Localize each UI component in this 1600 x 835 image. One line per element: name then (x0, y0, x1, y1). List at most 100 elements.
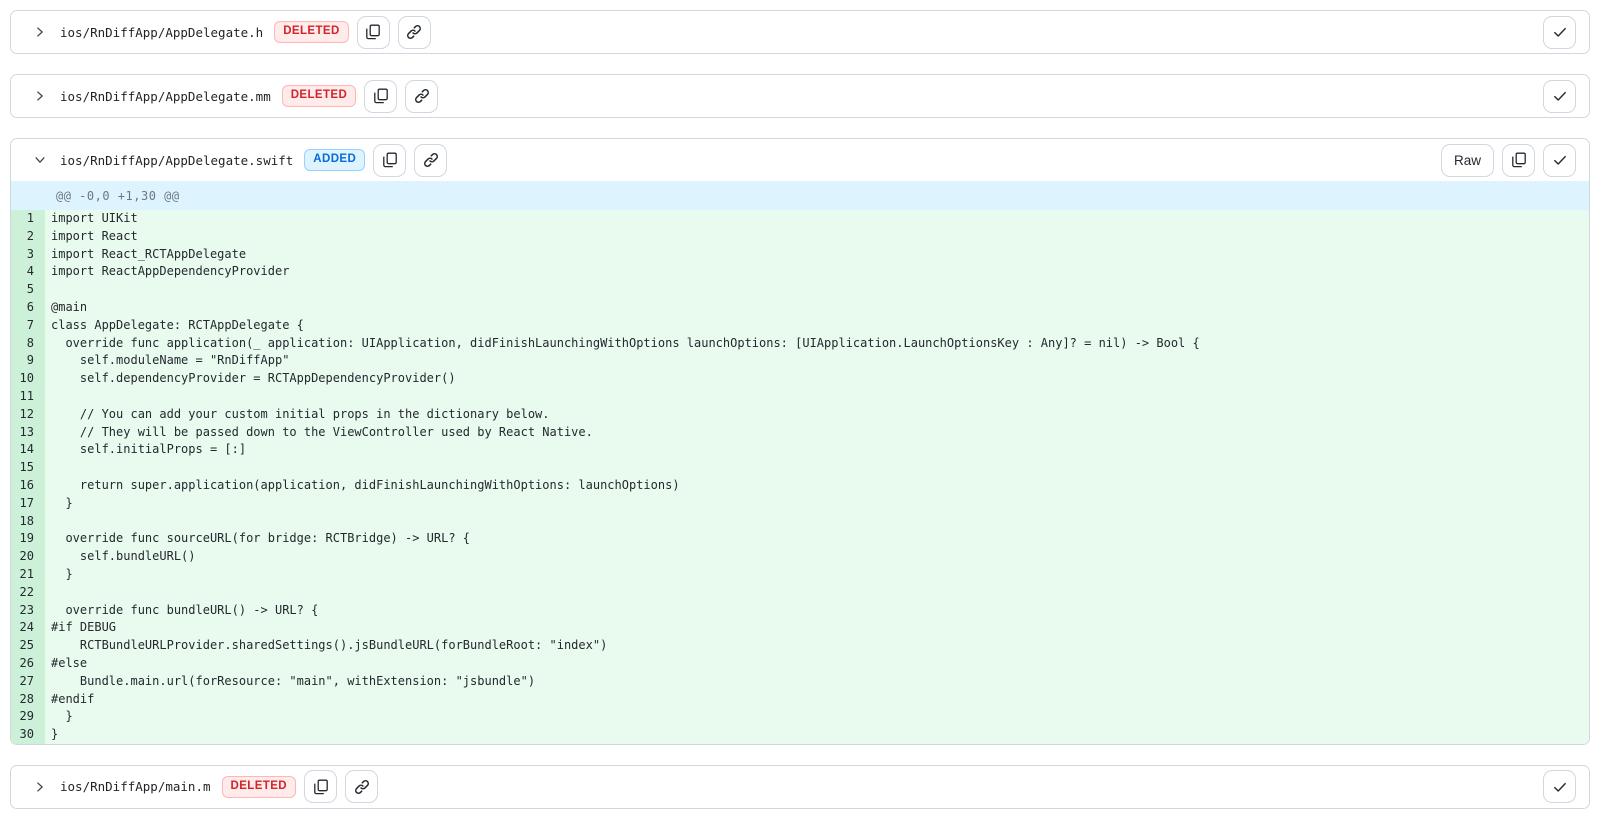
code-line: 20 self.bundleURL() (11, 548, 1589, 566)
line-number: 5 (11, 281, 45, 299)
code-text: Bundle.main.url(forResource: "main", wit… (45, 673, 1589, 691)
file-panel-appdelegate-mm: ios/RnDiffApp/AppDelegate.mm DELETED (10, 74, 1590, 118)
code-line: 24 #if DEBUG (11, 619, 1589, 637)
code-text: override func application(_ application:… (45, 335, 1589, 353)
line-number: 3 (11, 246, 45, 264)
code-line: 26 #else (11, 655, 1589, 673)
file-path: ios/RnDiffApp/main.m (60, 779, 211, 794)
copy-link-button[interactable] (345, 770, 378, 803)
copy-icon (373, 88, 389, 104)
line-number: 30 (11, 726, 45, 744)
code-text: // You can add your custom initial props… (45, 406, 1589, 424)
code-text (45, 388, 1589, 406)
line-number: 18 (11, 513, 45, 531)
hunk-header-text: @@ -0,0 +1,30 @@ (56, 189, 180, 203)
check-icon (1552, 779, 1568, 795)
file-panel-appdelegate-swift: ios/RnDiffApp/AppDelegate.swift ADDED Ra… (10, 138, 1590, 745)
code-line: 30 } (11, 726, 1589, 744)
code-line: 5 (11, 281, 1589, 299)
line-number: 4 (11, 263, 45, 281)
code-text: } (45, 726, 1589, 744)
code-text (45, 513, 1589, 531)
line-number: 21 (11, 566, 45, 584)
code-text: override func sourceURL(for bridge: RCTB… (45, 530, 1589, 548)
copy-link-button[interactable] (414, 144, 447, 177)
code-text: RCTBundleURLProvider.sharedSettings().js… (45, 637, 1589, 655)
line-number: 2 (11, 228, 45, 246)
line-number: 20 (11, 548, 45, 566)
chevron-down-icon[interactable] (32, 152, 48, 168)
code-line: 17 } (11, 495, 1589, 513)
link-icon (423, 152, 439, 168)
file-header[interactable]: ios/RnDiffApp/AppDelegate.h DELETED (11, 11, 1589, 53)
line-number: 11 (11, 388, 45, 406)
mark-complete-button[interactable] (1543, 16, 1576, 49)
line-number: 26 (11, 655, 45, 673)
copy-link-button[interactable] (405, 80, 438, 113)
copy-path-button[interactable] (357, 16, 390, 49)
code-line: 1 import UIKit (11, 210, 1589, 228)
file-panel-appdelegate-h: ios/RnDiffApp/AppDelegate.h DELETED (10, 10, 1590, 54)
line-number: 19 (11, 530, 45, 548)
code-text: class AppDelegate: RCTAppDelegate { (45, 317, 1589, 335)
file-status-badge: DELETED (222, 776, 296, 798)
mark-complete-button[interactable] (1543, 770, 1576, 803)
line-number: 1 (11, 210, 45, 228)
file-path: ios/RnDiffApp/AppDelegate.swift (60, 153, 293, 168)
file-header[interactable]: ios/RnDiffApp/main.m DELETED (11, 766, 1589, 808)
copy-path-button[interactable] (373, 144, 406, 177)
copy-file-button[interactable] (1502, 144, 1535, 177)
raw-button[interactable]: Raw (1441, 144, 1494, 177)
file-status-badge: DELETED (274, 21, 348, 43)
code-text: } (45, 566, 1589, 584)
chevron-right-icon[interactable] (32, 24, 48, 40)
check-icon (1552, 88, 1568, 104)
code-text: } (45, 495, 1589, 513)
code-line: 6 @main (11, 299, 1589, 317)
line-number: 7 (11, 317, 45, 335)
file-panel-main-m: ios/RnDiffApp/main.m DELETED (10, 765, 1590, 809)
file-status-badge: DELETED (282, 85, 356, 107)
file-header[interactable]: ios/RnDiffApp/AppDelegate.swift ADDED Ra… (11, 139, 1589, 181)
code-text: import UIKit (45, 210, 1589, 228)
line-number: 9 (11, 352, 45, 370)
file-header[interactable]: ios/RnDiffApp/AppDelegate.mm DELETED (11, 75, 1589, 117)
code-line: 18 (11, 513, 1589, 531)
copy-path-button[interactable] (364, 80, 397, 113)
line-number: 29 (11, 708, 45, 726)
code-line: 13 // They will be passed down to the Vi… (11, 424, 1589, 442)
code-line: 29 } (11, 708, 1589, 726)
code-line: 3 import React_RCTAppDelegate (11, 246, 1589, 264)
copy-path-button[interactable] (304, 770, 337, 803)
code-text: // They will be passed down to the ViewC… (45, 424, 1589, 442)
copy-icon (313, 779, 329, 795)
code-text: #endif (45, 691, 1589, 709)
code-text: @main (45, 299, 1589, 317)
line-number: 8 (11, 335, 45, 353)
code-text: self.bundleURL() (45, 548, 1589, 566)
line-number: 10 (11, 370, 45, 388)
hunk-header: @@ -0,0 +1,30 @@ (11, 181, 1589, 210)
file-status-badge: ADDED (304, 149, 365, 171)
line-number: 22 (11, 584, 45, 602)
chevron-right-icon[interactable] (32, 779, 48, 795)
line-number: 17 (11, 495, 45, 513)
copy-link-button[interactable] (398, 16, 431, 49)
line-number: 14 (11, 441, 45, 459)
code-line: 22 (11, 584, 1589, 602)
link-icon (354, 779, 370, 795)
line-number: 15 (11, 459, 45, 477)
code-text: #else (45, 655, 1589, 673)
link-icon (414, 88, 430, 104)
copy-icon (382, 152, 398, 168)
mark-complete-button[interactable] (1543, 144, 1576, 177)
code-text: return super.application(application, di… (45, 477, 1589, 495)
code-text (45, 584, 1589, 602)
code-line: 27 Bundle.main.url(forResource: "main", … (11, 673, 1589, 691)
code-line: 9 self.moduleName = "RnDiffApp" (11, 352, 1589, 370)
mark-complete-button[interactable] (1543, 80, 1576, 113)
code-text: #if DEBUG (45, 619, 1589, 637)
code-line: 2 import React (11, 228, 1589, 246)
chevron-right-icon[interactable] (32, 88, 48, 104)
line-number: 6 (11, 299, 45, 317)
